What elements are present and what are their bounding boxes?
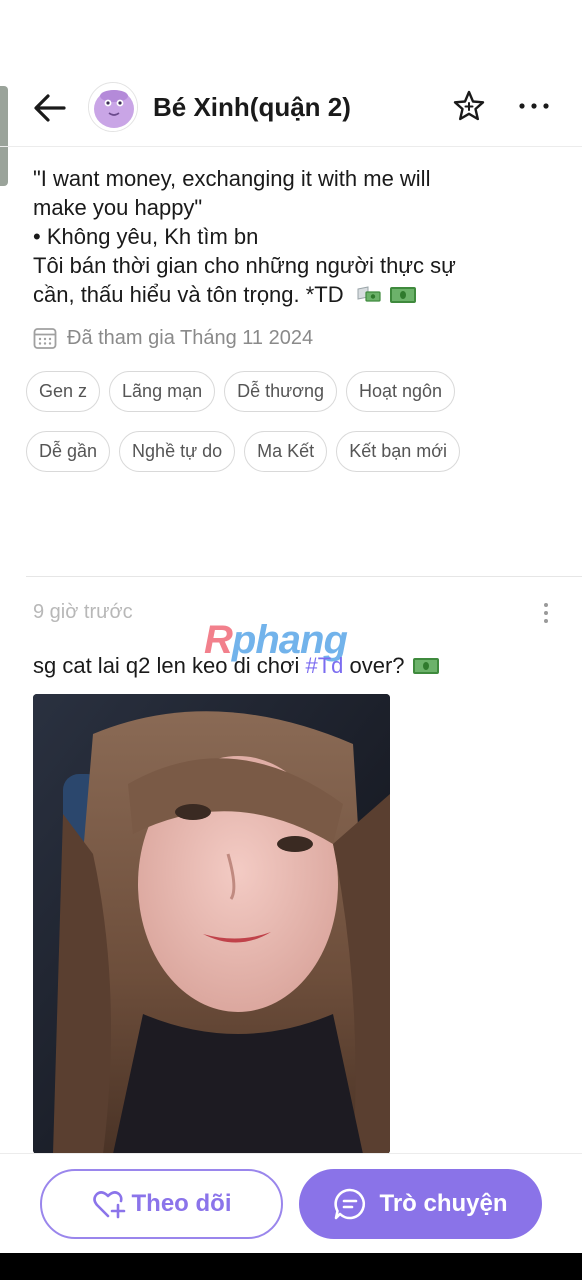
bio-line: "I want money, exchanging it with me wil… xyxy=(33,166,431,191)
header-divider xyxy=(0,146,582,147)
star-add-icon xyxy=(453,90,485,121)
portrait-photo xyxy=(33,694,390,1154)
profile-header: Bé Xinh(quận 2) xyxy=(0,70,582,144)
dollar-banknote-icon xyxy=(389,287,416,303)
tag-chip[interactable]: Gen z xyxy=(26,371,101,412)
more-vertical-icon xyxy=(544,603,548,607)
join-date: Đã tham gia Tháng 11 2024 xyxy=(33,324,313,352)
avatar[interactable] xyxy=(88,82,138,132)
tag-chip[interactable]: Dễ thương xyxy=(224,371,337,412)
profile-name: Bé Xinh(quận 2) xyxy=(153,92,351,122)
bio-line-last: cần, thấu hiểu và tôn trọng. *TD xyxy=(33,280,553,309)
more-horizontal-icon xyxy=(519,103,549,109)
post-hashtag[interactable]: #Td xyxy=(305,653,343,678)
system-navigation-bar xyxy=(0,1253,582,1280)
bio-line: Tôi bán thời gian cho những người thực s… xyxy=(33,253,456,278)
tag-chip[interactable]: Ma Kết xyxy=(244,431,328,472)
post-text-before: sg cat lai q2 len keo di chơi xyxy=(33,653,306,678)
section-divider xyxy=(26,576,582,577)
calendar-icon xyxy=(33,328,57,349)
post-timestamp: 9 giờ trước xyxy=(33,601,133,623)
more-options-button[interactable] xyxy=(514,86,554,126)
money-with-wings-icon xyxy=(357,286,381,302)
heart-add-icon xyxy=(92,1191,125,1219)
tag-chip[interactable]: Kết bạn mới xyxy=(336,431,461,472)
arrow-left-icon xyxy=(34,94,66,122)
tag-chip[interactable]: Lãng mạn xyxy=(109,371,216,412)
tag-chip[interactable]: Nghề tự do xyxy=(119,431,236,472)
profile-bio: "I want money, exchanging it with me wil… xyxy=(33,164,553,309)
join-date-text: Đã tham gia Tháng 11 2024 xyxy=(67,326,314,349)
post-photo[interactable] xyxy=(33,694,390,1154)
bio-line: • Không yêu, Kh tìm bn xyxy=(33,224,259,249)
bottom-action-bar: Theo dõi Trò chuyện xyxy=(0,1153,582,1253)
post-text: sg cat lai q2 len keo di chơi #Td over? xyxy=(33,653,439,679)
chat-bubble-icon xyxy=(334,1188,366,1220)
chat-button[interactable]: Trò chuyện xyxy=(299,1169,542,1239)
tag-row: Gen z Lãng mạn Dễ thương Hoạt ngôn xyxy=(26,371,566,412)
back-button[interactable] xyxy=(30,88,70,128)
dollar-banknote-icon xyxy=(412,658,439,674)
tag-chip[interactable]: Hoạt ngôn xyxy=(346,371,456,412)
tag-chip[interactable]: Dễ gần xyxy=(26,431,111,472)
follow-button[interactable]: Theo dõi xyxy=(40,1169,283,1239)
post-text-after: over? xyxy=(343,653,405,678)
favorite-button[interactable] xyxy=(449,86,489,126)
follow-button-label: Theo dõi xyxy=(131,1190,232,1217)
bio-line: cần, thấu hiểu và tôn trọng. *TD xyxy=(33,282,344,307)
post-more-button[interactable] xyxy=(536,600,556,626)
chat-button-label: Trò chuyện xyxy=(379,1190,508,1217)
tag-row: Dễ gần Nghề tự do Ma Kết Kết bạn mới xyxy=(26,431,566,472)
bio-line: make you happy" xyxy=(33,195,203,220)
